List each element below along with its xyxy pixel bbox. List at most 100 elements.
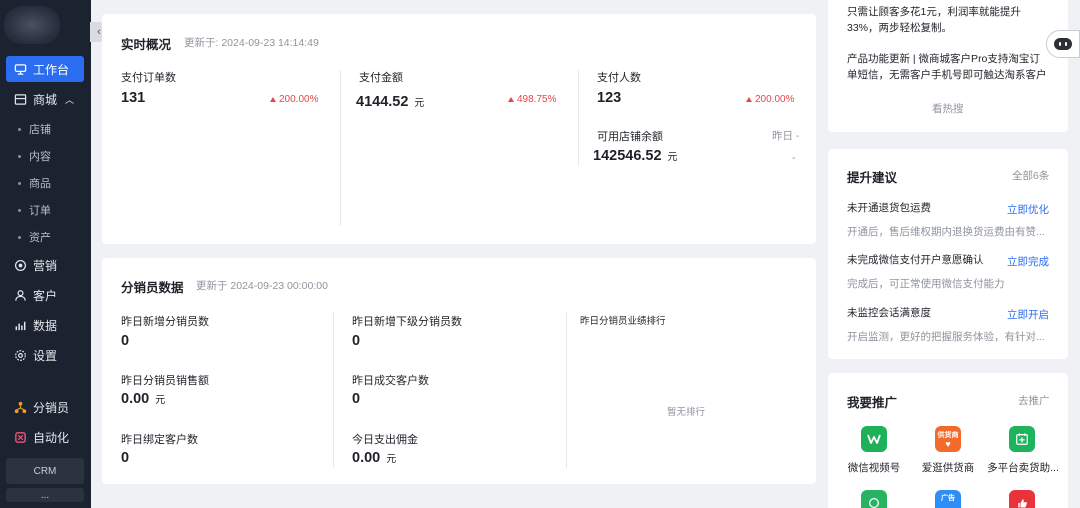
- thumb-up-icon[interactable]: [1009, 490, 1035, 508]
- chart-icon: [15, 321, 26, 330]
- go-promote-link[interactable]: 去推广: [1018, 393, 1050, 408]
- more-button[interactable]: ...: [6, 488, 84, 502]
- suggestions-card: 提升建议 全部6条 未开通退货包运费 立即优化 开通后，售后维权期内退换货运费由…: [828, 149, 1068, 359]
- up-arrow-icon: [508, 97, 514, 102]
- suggestion-title: 未完成微信支付开户意愿确认: [847, 254, 984, 266]
- metric-value: 0: [121, 450, 130, 466]
- sidebar-item-label: 数据: [33, 318, 58, 333]
- sidebar-item-settings[interactable]: 设置: [6, 342, 84, 368]
- metric-value: 123: [597, 90, 622, 106]
- yesterday-label: 昨日 -: [772, 130, 800, 142]
- suggestion-desc: 完成后，可正常使用微信支付能力: [847, 278, 1005, 290]
- metric-value: 0: [352, 391, 361, 407]
- metric-label: 今日支出佣金: [352, 434, 418, 446]
- suggestion-title: 未开通退货包运费: [847, 202, 931, 214]
- metric-value: 0: [121, 333, 130, 349]
- sidebar-subitem-products[interactable]: 商品: [18, 175, 51, 191]
- wechat-channels-icon[interactable]: [861, 426, 887, 452]
- news-card: 只需让顾客多花1元，利润率就能提升 33%，两步轻松复制。 产品功能更新 | 微…: [828, 0, 1068, 132]
- sidebar-item-shop[interactable]: 商城 ︿: [6, 86, 84, 112]
- promo-label[interactable]: 爱逛供货商: [908, 460, 988, 475]
- news-text[interactable]: 只需让顾客多花1元，利润率就能提升: [847, 4, 1021, 21]
- chevron-up-icon: ︿: [65, 94, 75, 105]
- divider: [333, 312, 334, 468]
- sidebar-item-workbench[interactable]: 工作台: [6, 56, 84, 82]
- sidebar: 工作台 商城 ︿ 店铺 内容 商品 订单 资产 营销 客户 数据 设置 分销员 …: [0, 0, 91, 508]
- card-title: 分销员数据: [121, 281, 184, 295]
- metric-label: 昨日新增下级分销员数: [352, 316, 462, 328]
- sidebar-item-label: 设置: [33, 348, 58, 363]
- suggestion-action[interactable]: 立即优化: [1007, 202, 1049, 217]
- suggestion-action[interactable]: 立即开启: [1007, 307, 1049, 322]
- multi-platform-icon[interactable]: [1009, 426, 1035, 452]
- card-title: 我要推广: [847, 396, 898, 410]
- automation-icon: [15, 431, 26, 443]
- promotion-card: 我要推广 去推广 微信视频号 供货商 ♥ 爱逛供货商 多平台卖货助... 广告: [828, 373, 1068, 508]
- divider: [340, 70, 341, 226]
- sidebar-subitem-store[interactable]: 店铺: [18, 121, 51, 137]
- metric-label: 支付金额: [359, 72, 403, 84]
- metric-label: 支付订单数: [121, 72, 176, 84]
- user-icon: [15, 289, 26, 301]
- realtime-overview-card: 实时概况 更新于: 2024-09-23 14:14:49 支付订单数 131 …: [102, 14, 816, 244]
- sidebar-item-data[interactable]: 数据: [6, 312, 84, 338]
- shop-icon: [14, 93, 27, 105]
- sidebar-item-customers[interactable]: 客户: [6, 282, 84, 308]
- up-arrow-icon: [746, 97, 752, 102]
- metric-change: 498.75%: [508, 94, 556, 105]
- update-time: 更新于 2024-09-23 00:00:00: [196, 280, 328, 292]
- desk-icon: [14, 63, 27, 75]
- sidebar-item-automation[interactable]: 自动化: [6, 424, 84, 450]
- suggestion-desc: 开通后，售后维权期内退换货运费由有赞...: [847, 226, 1045, 238]
- up-arrow-icon: [270, 97, 276, 102]
- view-all-link[interactable]: 全部6条: [1012, 168, 1049, 183]
- sidebar-item-label: 营销: [33, 258, 58, 273]
- metric-label: 昨日成交客户数: [352, 375, 429, 387]
- sidebar-subitem-assets[interactable]: 资产: [18, 229, 51, 245]
- suggestion-desc: 开启监测，更好的把握服务体验，有针对...: [847, 331, 1045, 343]
- metric-label: 昨日分销员销售额: [121, 375, 209, 387]
- promo-label[interactable]: 多平台卖货助...: [978, 460, 1068, 475]
- sidebar-item-label: 自动化: [33, 430, 70, 445]
- card-title: 实时概况: [121, 38, 172, 52]
- metric-label: 昨日绑定客户数: [121, 434, 198, 446]
- assistant-robot-button[interactable]: [1046, 30, 1080, 58]
- news-text[interactable]: 单短信，无需客户手机号即可触达淘系客户: [847, 67, 1047, 84]
- distributor-data-card: 分销员数据 更新于 2024-09-23 00:00:00 昨日新增分销员数 0…: [102, 258, 816, 484]
- sidebar-subitem-content[interactable]: 内容: [18, 148, 51, 164]
- sidebar-item-marketing[interactable]: 营销: [6, 252, 84, 278]
- metric-value: 0.00 元: [121, 391, 166, 407]
- news-text[interactable]: 产品功能更新 | 微商城客户Pro支持淘宝订: [847, 51, 1040, 68]
- metric-value: 131: [121, 90, 146, 106]
- sidebar-item-label: 分销员: [33, 400, 70, 415]
- suggestion-title: 未监控会话满意度: [847, 307, 931, 319]
- metric-label: 支付人数: [597, 72, 641, 84]
- shop-logo[interactable]: [0, 0, 91, 50]
- ranking-title: 昨日分销员业绩排行: [580, 316, 666, 327]
- suggestion-action[interactable]: 立即完成: [1007, 254, 1049, 269]
- sidebar-item-label: 客户: [33, 288, 58, 303]
- metric-label: 昨日新增分销员数: [121, 316, 209, 328]
- supplier-icon[interactable]: 供货商 ♥: [935, 426, 961, 452]
- metric-value: 0: [352, 333, 361, 349]
- promo-app-icon[interactable]: [861, 490, 887, 508]
- news-text[interactable]: 33%，两步轻松复制。: [847, 20, 952, 37]
- balance-value: 142546.52 元: [593, 148, 678, 164]
- sidebar-subitem-orders[interactable]: 订单: [18, 202, 51, 218]
- ranking-empty: 暂无排行: [667, 407, 706, 418]
- chevron-left-icon: ‹: [97, 26, 101, 38]
- robot-icon: [1054, 38, 1072, 50]
- balance-label: 可用店铺余额: [597, 131, 663, 143]
- divider: [566, 312, 567, 468]
- gear-icon: [15, 349, 26, 361]
- update-time: 更新于: 2024-09-23 14:14:49: [184, 37, 319, 49]
- promo-label[interactable]: 微信视频号: [834, 460, 914, 475]
- sidebar-item-distributor[interactable]: 分销员: [6, 394, 84, 420]
- crm-button[interactable]: CRM: [6, 458, 84, 484]
- divider: [578, 70, 579, 166]
- metric-change: 200.00%: [746, 94, 794, 105]
- yesterday-value: -: [792, 152, 796, 164]
- card-title: 提升建议: [847, 171, 898, 185]
- ad-icon[interactable]: 广告: [935, 490, 961, 508]
- hot-search-link[interactable]: 看热搜: [932, 101, 964, 116]
